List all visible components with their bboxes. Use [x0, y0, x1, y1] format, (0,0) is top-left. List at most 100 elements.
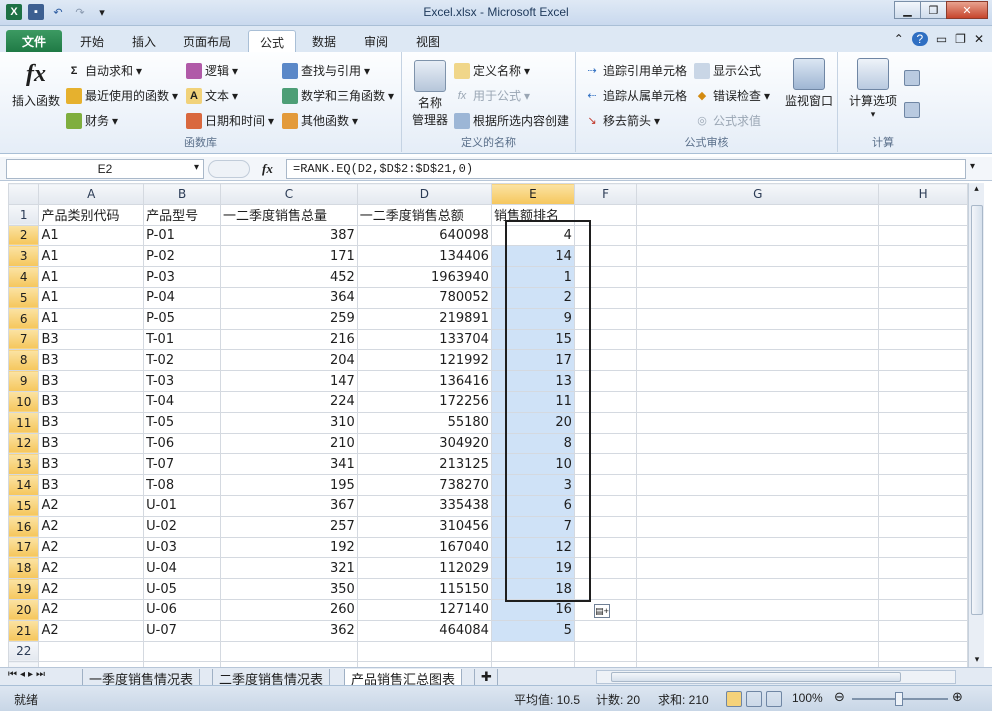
cell[interactable]: A1: [38, 307, 145, 330]
cell[interactable]: 121992: [356, 349, 492, 372]
selected-cell[interactable]: 9: [490, 307, 575, 330]
cell[interactable]: B3: [38, 432, 145, 455]
cell[interactable]: B3: [38, 328, 145, 351]
cell[interactable]: [878, 557, 968, 580]
cell[interactable]: 224: [220, 390, 358, 413]
financial-button[interactable]: 财务 ▾: [66, 112, 118, 129]
cell[interactable]: 310456: [356, 515, 492, 538]
show-formulas-button[interactable]: 显示公式: [694, 62, 761, 79]
date-time-button[interactable]: 日期和时间 ▾: [186, 112, 274, 129]
selected-cell[interactable]: 11: [490, 390, 575, 413]
row-header[interactable]: 16: [8, 515, 40, 538]
cell[interactable]: 210: [220, 432, 358, 455]
cell[interactable]: A2: [38, 578, 145, 600]
cell[interactable]: T-02: [143, 349, 222, 372]
cell[interactable]: A1: [38, 266, 145, 288]
sheet-tab-active[interactable]: 产品销售汇总图表: [344, 669, 463, 687]
cell[interactable]: A2: [38, 515, 145, 538]
cell[interactable]: [878, 453, 968, 476]
text-button[interactable]: A 文本 ▾: [186, 87, 238, 104]
cell[interactable]: [878, 349, 968, 372]
cell[interactable]: [573, 203, 638, 226]
row-header[interactable]: 15: [8, 494, 40, 517]
cell[interactable]: [636, 432, 880, 455]
row-header[interactable]: 6: [8, 307, 40, 330]
cell[interactable]: 112029: [356, 557, 492, 580]
cell[interactable]: [878, 515, 968, 538]
selected-cell[interactable]: 16: [490, 598, 575, 621]
sheet-nav-arrows-icon[interactable]: ⏮◂▸⏭: [8, 669, 48, 680]
cell[interactable]: [573, 411, 638, 434]
tab-insert[interactable]: 插入: [120, 30, 168, 52]
calc-sheet-button[interactable]: [904, 102, 920, 118]
calc-options-button[interactable]: 计算选项 ▾: [846, 58, 900, 120]
cell[interactable]: [573, 515, 638, 538]
row-header[interactable]: 4: [8, 266, 40, 288]
insert-function-fx-icon[interactable]: fx: [262, 161, 273, 177]
cell[interactable]: 192: [220, 536, 358, 559]
cell[interactable]: [573, 619, 638, 642]
selected-cell[interactable]: 1: [490, 266, 575, 288]
cell[interactable]: U-01: [143, 494, 222, 517]
header-cell[interactable]: 产品类别代码: [38, 203, 145, 226]
name-manager-button[interactable]: 名称 管理器: [408, 60, 452, 128]
cell[interactable]: 136416: [356, 370, 492, 392]
cell[interactable]: [573, 432, 638, 455]
cell[interactable]: [636, 619, 880, 642]
cell[interactable]: [636, 266, 880, 288]
page-break-view-icon[interactable]: [766, 691, 782, 707]
cell[interactable]: [636, 515, 880, 538]
cell[interactable]: [636, 203, 880, 226]
cell[interactable]: A2: [38, 536, 145, 559]
recent-functions-button[interactable]: 最近使用的函数 ▾: [66, 87, 178, 104]
logical-button[interactable]: 逻辑 ▾: [186, 62, 238, 79]
cell[interactable]: A1: [38, 224, 145, 247]
cell[interactable]: U-05: [143, 578, 222, 600]
row-header[interactable]: 19: [8, 578, 40, 600]
name-box-dropdown-icon[interactable]: ▾: [194, 162, 199, 173]
vertical-scrollbar[interactable]: ▴ ▾: [968, 183, 984, 667]
cell[interactable]: U-02: [143, 515, 222, 538]
tab-data[interactable]: 数据: [300, 30, 348, 52]
cell[interactable]: T-03: [143, 370, 222, 392]
column-header[interactable]: H: [878, 183, 968, 205]
column-header[interactable]: D: [356, 183, 492, 205]
cell[interactable]: [573, 307, 638, 330]
column-header[interactable]: G: [636, 183, 880, 205]
use-in-formula-button[interactable]: fx 用于公式 ▾: [454, 87, 530, 104]
cell[interactable]: [143, 640, 222, 663]
row-header[interactable]: 12: [8, 432, 40, 455]
cell[interactable]: [878, 640, 968, 663]
evaluate-formula-button[interactable]: ◎ 公式求值: [694, 112, 761, 129]
cell[interactable]: [878, 390, 968, 413]
cell[interactable]: [573, 640, 638, 663]
cell[interactable]: P-01: [143, 224, 222, 247]
worksheet-grid[interactable]: A B C D E F G H 1 产品类别代码 产品型号 一二季度销售总量 一二季度销…: [8, 183, 968, 667]
horizontal-scrollbar[interactable]: [596, 670, 956, 684]
select-all-corner[interactable]: [8, 183, 40, 205]
cell[interactable]: 134406: [356, 245, 492, 268]
cell[interactable]: 219891: [356, 307, 492, 330]
cell[interactable]: [490, 640, 575, 663]
cell[interactable]: 367: [220, 494, 358, 517]
cell[interactable]: P-03: [143, 266, 222, 288]
cell[interactable]: 260: [220, 598, 358, 621]
cell[interactable]: 133704: [356, 328, 492, 351]
formula-input[interactable]: =RANK.EQ(D2,$D$2:$D$21,0): [286, 159, 966, 179]
cell[interactable]: [878, 619, 968, 642]
cell[interactable]: 147: [220, 370, 358, 392]
zoom-out-icon[interactable]: ⊖: [834, 689, 845, 705]
scroll-up-icon[interactable]: ▴: [969, 183, 984, 194]
selected-cell[interactable]: 6: [490, 494, 575, 517]
cell[interactable]: [636, 453, 880, 476]
cell[interactable]: [878, 307, 968, 330]
cell[interactable]: B3: [38, 453, 145, 476]
selected-cell[interactable]: 8: [490, 432, 575, 455]
cell[interactable]: [878, 474, 968, 496]
cell[interactable]: [878, 598, 968, 621]
cell[interactable]: T-08: [143, 474, 222, 496]
cell[interactable]: [636, 328, 880, 351]
header-cell[interactable]: 产品型号: [143, 203, 222, 226]
cell[interactable]: 213125: [356, 453, 492, 476]
column-header[interactable]: F: [573, 183, 638, 205]
